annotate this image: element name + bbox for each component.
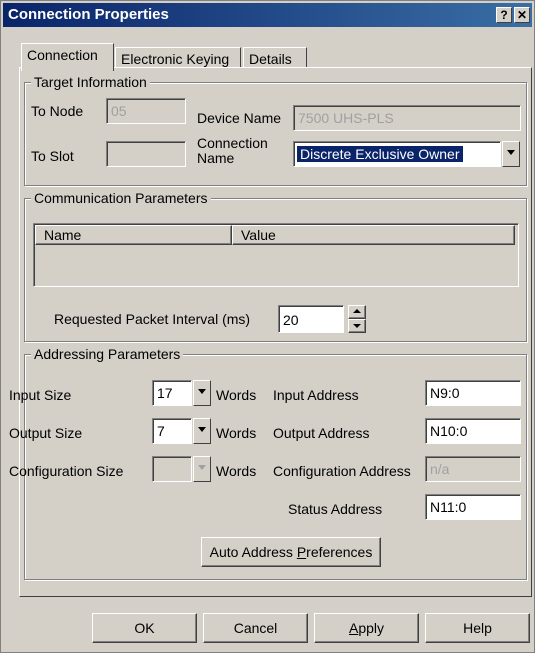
apply-label-rest: pply — [358, 620, 385, 636]
arrow-down-icon — [353, 324, 361, 328]
auto-address-label-pre: Auto Address — [209, 544, 297, 560]
apply-label-key: A — [348, 620, 359, 636]
tab-connection[interactable]: Connection — [21, 43, 114, 71]
rpi-label: Requested Packet Interval (ms) — [54, 311, 251, 327]
output-size-label: Output Size — [9, 425, 83, 441]
addressing-parameters-group: Addressing Parameters Input Size 17 Word… — [9, 346, 527, 580]
rpi-spin-down-button[interactable] — [348, 319, 366, 333]
configuration-address-field[interactable]: n/a — [425, 456, 521, 482]
column-header-value[interactable]: Value — [232, 225, 515, 245]
to-node-label: To Node — [31, 103, 84, 119]
ok-button[interactable]: OK — [92, 613, 197, 643]
rpi-spin-up-button[interactable] — [348, 305, 366, 319]
output-size-units: Words — [216, 425, 257, 441]
input-address-field[interactable]: N9:0 — [425, 380, 521, 406]
configuration-size-select[interactable] — [152, 456, 192, 482]
communication-parameters-group: Communication Parameters Name Value Requ… — [24, 190, 527, 342]
status-address-label: Status Address — [288, 501, 383, 517]
auto-address-preferences-button[interactable]: Auto Address Preferences — [201, 537, 381, 567]
rpi-input[interactable]: 20 — [278, 305, 344, 333]
configuration-size-dropdown-button[interactable] — [193, 456, 211, 482]
connection-name-select[interactable]: Discrete Exclusive Owner — [293, 141, 501, 167]
output-size-dropdown-button[interactable] — [193, 418, 211, 444]
column-header-name[interactable]: Name — [35, 225, 232, 245]
chevron-down-icon — [198, 389, 206, 394]
auto-address-label-post: references — [306, 544, 373, 560]
auto-address-label-key: P — [296, 544, 307, 560]
input-size-dropdown-button[interactable] — [193, 380, 211, 406]
connection-name-label-line2: Name — [197, 150, 235, 166]
configuration-size-units: Words — [216, 463, 257, 479]
help-button[interactable]: Help — [425, 613, 530, 643]
apply-button[interactable]: Apply — [314, 613, 419, 643]
to-slot-label: To Slot — [31, 148, 74, 164]
parameters-list[interactable]: Name Value — [33, 223, 519, 287]
device-name-field[interactable]: 7500 UHS-PLS — [293, 105, 521, 131]
device-name-label: Device Name — [197, 110, 282, 126]
configuration-size-label: Configuration Size — [9, 463, 124, 479]
target-information-group: Target Information To Node 05 Device Nam… — [24, 74, 527, 186]
close-icon[interactable]: ✕ — [514, 7, 530, 23]
connection-name-dropdown-button[interactable] — [502, 141, 520, 167]
output-size-select[interactable]: 7 — [152, 418, 192, 444]
input-size-select[interactable]: 17 — [152, 380, 192, 406]
input-address-label: Input Address — [273, 387, 359, 403]
arrow-up-icon — [353, 309, 361, 313]
configuration-address-label: Configuration Address — [273, 463, 411, 479]
help-title-button[interactable]: ? — [496, 7, 512, 23]
input-size-units: Words — [216, 387, 257, 403]
connection-name-label-line1: Connection — [197, 135, 268, 151]
chevron-down-icon — [198, 465, 206, 470]
connection-properties-dialog: Connection Properties ? ✕ Connection Ele… — [0, 0, 535, 653]
to-node-field[interactable]: 05 — [106, 98, 186, 124]
target-information-legend: Target Information — [31, 74, 150, 90]
connection-tab-panel: Target Information To Node 05 Device Nam… — [9, 67, 532, 597]
output-address-label: Output Address — [273, 425, 370, 441]
chevron-down-icon — [507, 150, 515, 155]
window-title: Connection Properties — [8, 6, 169, 23]
cancel-button[interactable]: Cancel — [203, 613, 308, 643]
input-size-label: Input Size — [9, 387, 72, 403]
output-address-field[interactable]: N10:0 — [425, 418, 521, 444]
to-slot-field[interactable] — [106, 141, 186, 167]
addressing-parameters-legend: Addressing Parameters — [31, 346, 184, 362]
connection-name-value: Discrete Exclusive Owner — [297, 146, 463, 162]
status-address-field[interactable]: N11:0 — [425, 494, 521, 520]
communication-parameters-legend: Communication Parameters — [31, 190, 211, 206]
chevron-down-icon — [198, 427, 206, 432]
title-bar[interactable]: Connection Properties ? ✕ — [3, 3, 532, 27]
